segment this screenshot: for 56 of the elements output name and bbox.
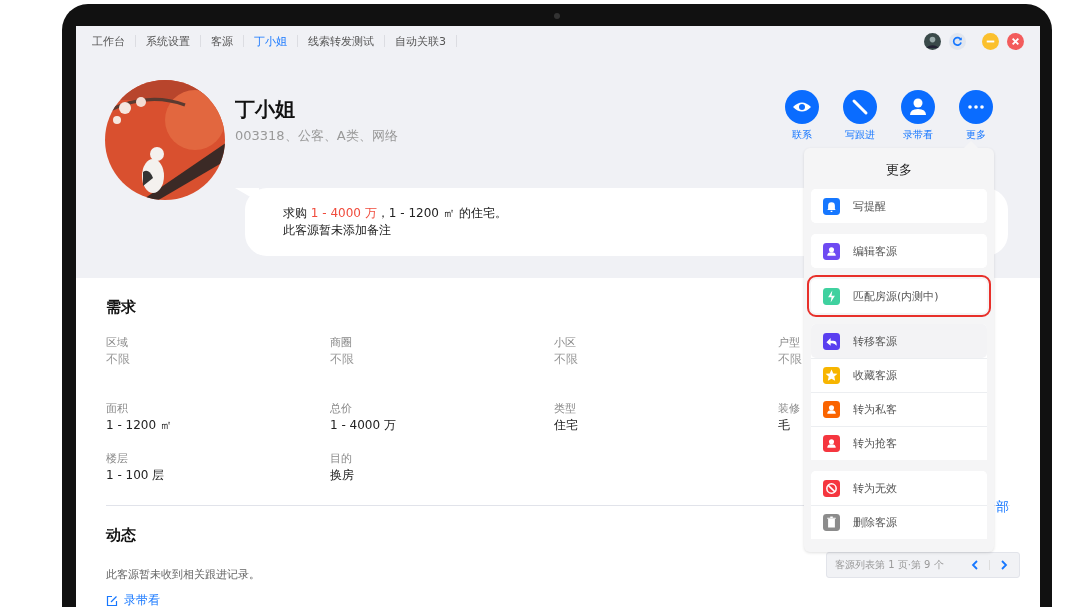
- minimize-button[interactable]: [982, 32, 999, 50]
- field-value: 毛: [778, 417, 790, 434]
- field-value: 1 - 100 层: [106, 467, 165, 484]
- menu-title: 更多: [885, 161, 913, 179]
- field-value: 1 - 1200 ㎡: [106, 417, 172, 434]
- summary-text: 求购 1 - 4000 万，1 - 1200 ㎡ 的住宅。: [283, 205, 507, 222]
- nav-tab[interactable]: 系统设置: [136, 33, 200, 49]
- field-value: 1 - 4000 万: [330, 417, 396, 434]
- section-title: 需求: [106, 298, 137, 317]
- field-label: 楼层: [106, 451, 128, 467]
- menu-item[interactable]: 转为抢客: [811, 426, 987, 460]
- action-button[interactable]: 联系: [784, 90, 820, 142]
- field-label: 户型: [778, 335, 800, 351]
- chevron-left-icon: [970, 560, 980, 570]
- action-button[interactable]: 写跟进: [842, 90, 878, 142]
- nav-tab[interactable]: 线索转发测试: [298, 33, 384, 49]
- nav-tab[interactable]: 工作台: [92, 33, 135, 49]
- more-icon: [959, 90, 993, 124]
- edit-icon: [106, 594, 118, 607]
- field-value: 不限: [330, 351, 354, 368]
- field-label: 面积: [106, 401, 128, 417]
- field-label: 装修: [778, 401, 800, 417]
- action-button[interactable]: 更多: [958, 90, 994, 142]
- menu-item[interactable]: 转移客源: [811, 324, 987, 358]
- section-title: 动态: [106, 526, 137, 545]
- note-text: 此客源暂未添加备注: [283, 222, 391, 239]
- action-button[interactable]: 录带看: [900, 90, 936, 142]
- camera-lens: [554, 13, 560, 19]
- view-all-link[interactable]: 部: [996, 498, 1009, 516]
- empty-text: 此客源暂未收到相关跟进记录。: [106, 567, 261, 582]
- refresh-icon[interactable]: [949, 32, 966, 50]
- field-label: 目的: [330, 451, 352, 467]
- person-icon: [901, 90, 935, 124]
- field-value: 换房: [330, 467, 354, 484]
- field-value: 不限: [778, 351, 802, 368]
- chevron-right-icon: [999, 560, 1009, 570]
- eye-icon: [785, 90, 819, 124]
- field-value: 住宅: [554, 417, 578, 434]
- menu-item[interactable]: 删除客源: [811, 505, 987, 539]
- nav-tab[interactable]: 客源: [201, 33, 243, 49]
- record-visit-link[interactable]: 录带看: [106, 592, 160, 607]
- customer-name: 丁小姐: [235, 96, 296, 123]
- field-label: 区域: [106, 335, 128, 351]
- customer-tags: 003318、公客、A类、网络: [235, 127, 784, 145]
- field-label: 小区: [554, 335, 576, 351]
- user-avatar[interactable]: [924, 32, 941, 50]
- pen-icon: [843, 90, 877, 124]
- field-value: 不限: [106, 351, 130, 368]
- field-label: 商圈: [330, 335, 352, 351]
- nav-tab[interactable]: 自动关联3: [385, 33, 456, 49]
- pager-text: 客源列表第 1 页·第 9 个: [834, 558, 945, 572]
- field-label: 类型: [554, 401, 576, 417]
- close-button[interactable]: [1007, 32, 1024, 50]
- field-value: 不限: [554, 351, 578, 368]
- nav-tab[interactable]: 丁小姐: [244, 33, 297, 49]
- field-label: 总价: [330, 401, 352, 417]
